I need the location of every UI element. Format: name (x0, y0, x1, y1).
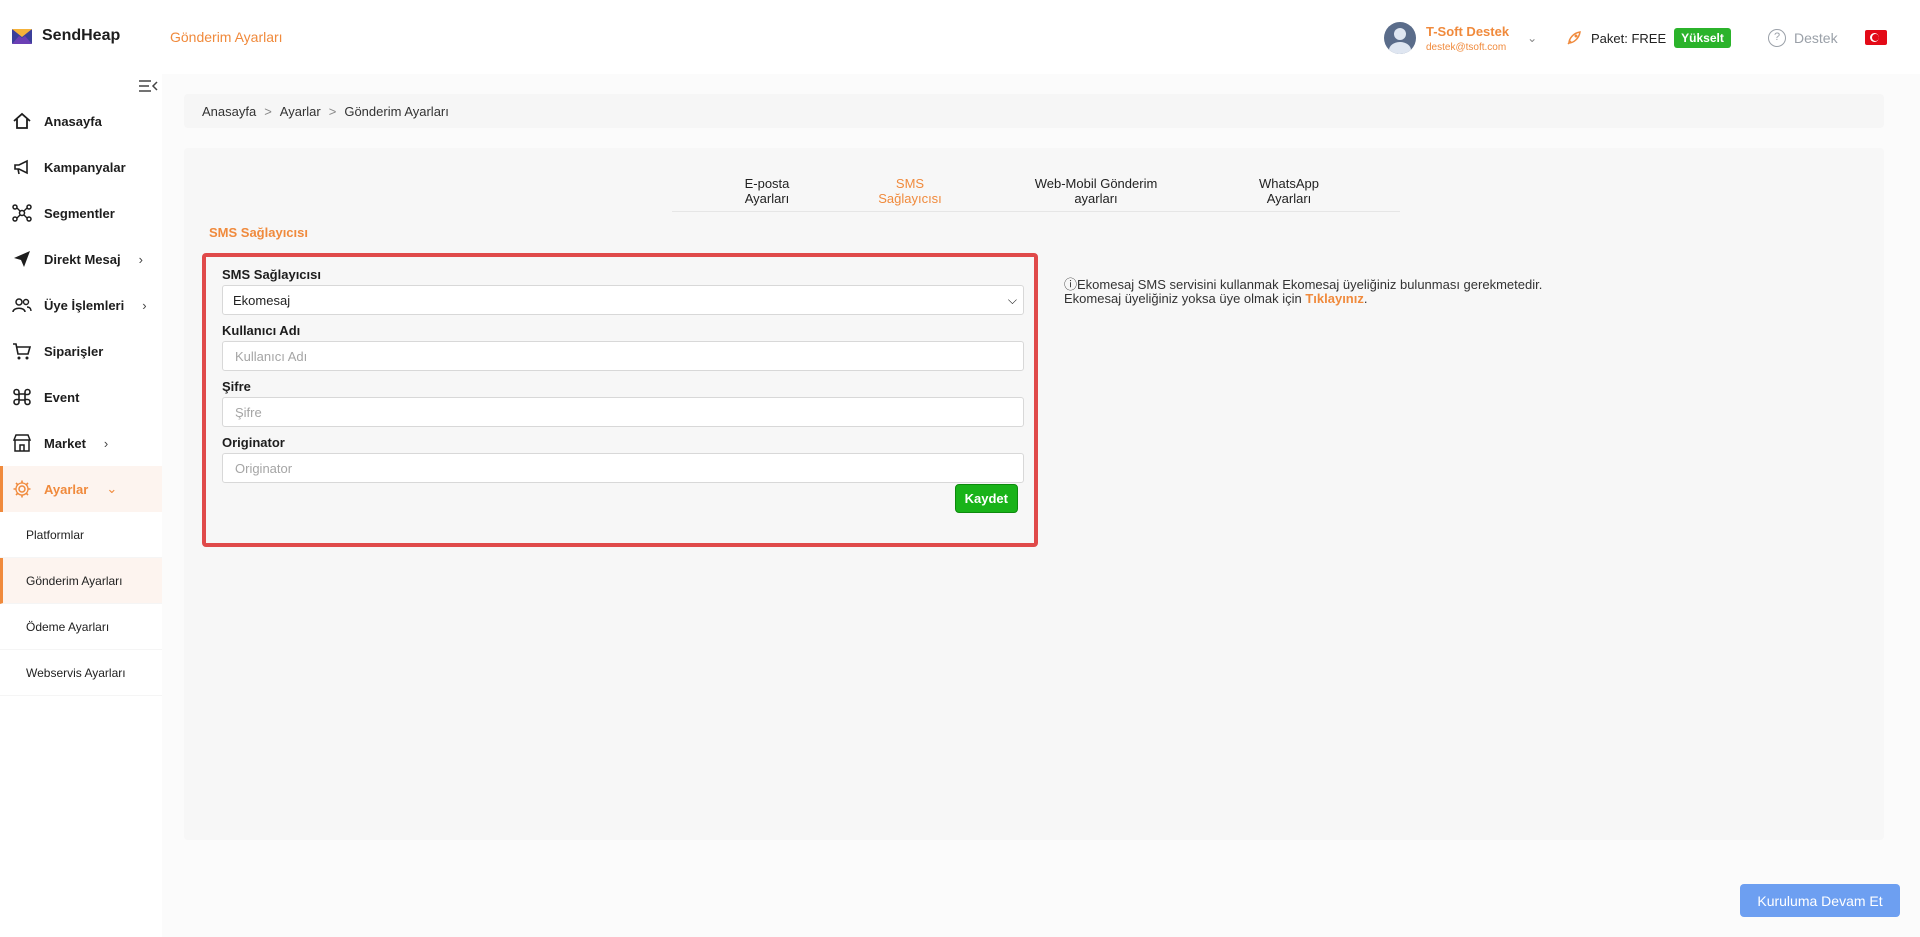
chevron-down-icon: ⌄ (106, 481, 118, 496)
sidebar-item-label: Anasayfa (44, 113, 102, 129)
password-label: Şifre (222, 379, 251, 394)
sidebar: Anasayfa Kampanyalar Segmentler Direkt M… (0, 74, 162, 937)
chevron-right-icon: › (142, 297, 147, 313)
users-icon (12, 295, 32, 315)
avatar (1384, 22, 1416, 54)
home-icon (12, 111, 32, 131)
sidebar-item-label: Siparişler (44, 343, 104, 359)
tab-web-mobil-gonderim[interactable]: Web-Mobil Gönderim ayarları (958, 174, 1234, 211)
sidebar-item-segmentler[interactable]: Segmentler (0, 190, 162, 236)
help-button[interactable]: ? Destek (1756, 14, 1850, 62)
username-placeholder: Kullanıcı Adı (235, 348, 308, 364)
sidebar-subitem-gonderim-ayarlari[interactable]: Gönderim Ayarları (0, 558, 162, 604)
tab-label: Sağlayıcısı (878, 191, 942, 206)
password-field[interactable]: Şifre (222, 397, 1024, 427)
info-note: ⓘEkomesaj SMS servisini kullanmak Ekomes… (1064, 278, 1542, 306)
tab-whatsapp-ayarlari[interactable]: WhatsApp Ayarları (1234, 174, 1344, 211)
tab-eposta-ayarlari[interactable]: E-posta Ayarları (672, 174, 862, 211)
sidebar-item-ayarlar[interactable]: Ayarlar ⌄ (0, 466, 162, 512)
app-logo[interactable]: SendHeap (12, 27, 120, 45)
collapse-sidebar-icon[interactable] (138, 78, 158, 94)
sidebar-item-uye-islemleri[interactable]: Üye İşlemleri › (0, 282, 162, 328)
tab-label: E-posta (744, 176, 790, 191)
tab-label: Ayarları (1266, 191, 1312, 206)
originator-placeholder: Originator (235, 460, 293, 476)
save-button[interactable]: Kaydet (954, 484, 1018, 513)
sidebar-subitem-odeme-ayarlari[interactable]: Ödeme Ayarları (0, 604, 162, 650)
tab-label: WhatsApp (1259, 176, 1319, 191)
question-icon: ? (1768, 29, 1786, 47)
user-name: T-Soft Destek (1426, 23, 1510, 39)
sidebar-item-siparisler[interactable]: Siparişler (0, 328, 162, 374)
logo-icon (12, 28, 32, 44)
provider-label: SMS Sağlayıcısı (222, 267, 321, 282)
originator-label: Originator (222, 435, 285, 450)
sidebar-nav: Anasayfa Kampanyalar Segmentler Direkt M… (0, 98, 162, 696)
tab-label: SMS (895, 176, 925, 191)
password-placeholder: Şifre (235, 404, 262, 420)
user-email: destek@tsoft.com (1426, 41, 1507, 53)
app-name: SendHeap (42, 27, 121, 44)
sidebar-item-label: Market (44, 435, 86, 451)
username-label: Kullanıcı Adı (222, 323, 301, 338)
sms-provider-form: SMS Sağlayıcısı Ekomesaj ⌵ Kullanıcı Adı… (202, 253, 1038, 547)
top-bar: SendHeap Gönderim Ayarları T-Soft Destek… (0, 0, 1920, 74)
info-line-2: Ekomesaj üyeliğiniz yoksa üye olmak için (1064, 291, 1302, 306)
user-menu[interactable]: T-Soft Destek destek@tsoft.com ⌄ (1374, 14, 1544, 62)
cart-icon (12, 341, 32, 361)
plan-box: Paket: FREE Yükselt (1555, 14, 1741, 62)
info-icon: ⓘ (1064, 277, 1078, 292)
signup-link[interactable]: Tıklayınız (1305, 291, 1364, 306)
sidebar-item-event[interactable]: Event (0, 374, 162, 420)
tab-label: Web-Mobil Gönderim (1034, 176, 1158, 191)
chevron-right-icon: › (103, 435, 109, 451)
gear-icon (12, 479, 32, 499)
command-icon (12, 387, 32, 407)
breadcrumb-item-settings[interactable]: Ayarlar (280, 104, 321, 119)
language-flag-icon[interactable] (1865, 30, 1887, 45)
username-field[interactable]: Kullanıcı Adı (222, 341, 1024, 371)
plan-label: Paket: FREE (1591, 30, 1667, 46)
sidebar-item-label: Event (44, 389, 80, 405)
breadcrumb-separator: > (264, 103, 272, 119)
upgrade-button[interactable]: Yükselt (1674, 28, 1731, 48)
network-icon (12, 203, 32, 223)
tab-sms-saglayicisi[interactable]: SMS Sağlayıcısı (862, 174, 958, 211)
sidebar-item-label: Üye İşlemleri (44, 297, 125, 313)
sidebar-subitem-platformlar[interactable]: Platformlar (0, 512, 162, 558)
store-icon (12, 433, 32, 453)
info-line-1: Ekomesaj SMS servisini kullanmak Ekomesa… (1077, 277, 1543, 292)
provider-selected-value: Ekomesaj (233, 292, 291, 308)
chevron-down-icon: ⌵ (1007, 293, 1017, 307)
sidebar-item-anasayfa[interactable]: Anasayfa (0, 98, 162, 144)
continue-setup-button[interactable]: Kuruluma Devam Et (1740, 884, 1900, 917)
chevron-right-icon: › (138, 251, 143, 267)
breadcrumb-item-current: Gönderim Ayarları (344, 103, 449, 119)
sidebar-item-label: Ayarlar (44, 481, 89, 497)
rocket-icon (1567, 31, 1581, 45)
sidebar-item-direkt-mesaj[interactable]: Direkt Mesaj › (0, 236, 162, 282)
megaphone-icon (12, 157, 32, 177)
sidebar-item-kampanyalar[interactable]: Kampanyalar (0, 144, 162, 190)
section-title: SMS Sağlayıcısı (209, 225, 308, 240)
breadcrumb: Anasayfa > Ayarlar > Gönderim Ayarları (184, 94, 1884, 128)
originator-field[interactable]: Originator (222, 453, 1024, 483)
chevron-down-icon[interactable]: ⌄ (1527, 31, 1537, 45)
sidebar-item-label: Kampanyalar (44, 159, 126, 175)
sidebar-subitem-webservis-ayarlari[interactable]: Webservis Ayarları (0, 650, 162, 696)
provider-select[interactable]: Ekomesaj ⌵ (222, 285, 1024, 315)
help-label: Destek (1794, 30, 1838, 46)
paper-plane-icon (12, 249, 32, 269)
page-heading: Gönderim Ayarları (170, 29, 283, 45)
breadcrumb-separator: > (328, 103, 337, 119)
tab-label: Ayarları (744, 191, 790, 206)
sidebar-item-label: Direkt Mesaj (44, 251, 121, 267)
settings-tabs: E-posta Ayarları SMS Sağlayıcısı Web-Mob… (672, 174, 1400, 212)
breadcrumb-item-home[interactable]: Anasayfa (202, 104, 256, 119)
tab-label: ayarları (1074, 191, 1118, 206)
info-line-2-suffix: . (1363, 291, 1368, 306)
sidebar-item-market[interactable]: Market › (0, 420, 162, 466)
sidebar-item-label: Segmentler (44, 205, 115, 221)
